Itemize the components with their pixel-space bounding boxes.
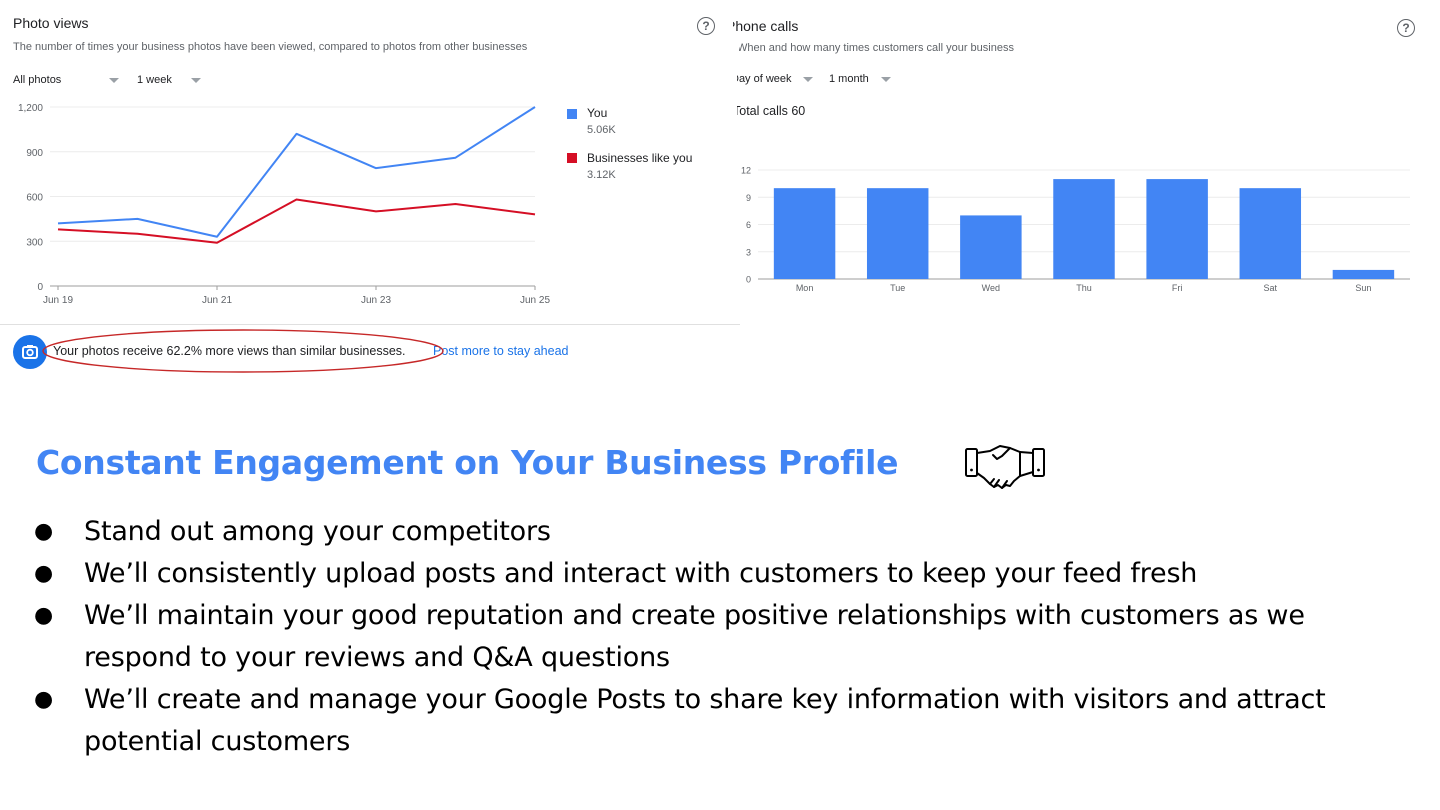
bullet-dot: ● — [34, 687, 53, 712]
x-tick-label: Mon — [796, 283, 814, 293]
y-tick-label: 300 — [26, 237, 43, 248]
legend-label-businesses: Businesses like you — [587, 151, 693, 165]
photo-period-dropdown-label: 1 week — [137, 74, 172, 86]
series-line-you — [57, 106, 536, 238]
y-tick-label: 600 — [26, 193, 43, 204]
photo-views-title: Photo views — [13, 15, 89, 31]
bullet-item: ● Stand out among your competitors — [34, 511, 1394, 553]
y-tick-label: 0 — [37, 282, 43, 293]
phone-calls-bar-chart: 0 3 6 9 12 Mon Tue Wed Thu Fri Sat Sun — [741, 166, 1410, 293]
series-line-businesses — [57, 198, 536, 244]
bullet-text: Stand out among your competitors — [84, 516, 551, 547]
grouping-dropdown[interactable]: Day of week — [737, 73, 817, 85]
bar-sun — [1332, 269, 1395, 279]
total-calls: Total calls 60 — [737, 104, 857, 118]
calls-period-dropdown[interactable]: 1 month — [829, 73, 899, 85]
legend-swatch-businesses — [567, 153, 577, 163]
grouping-dropdown-label: Day of week — [737, 73, 792, 85]
engagement-bullet-list: ● Stand out among your competitors ● We’ll… — [34, 511, 1394, 763]
y-tick-label: 6 — [746, 220, 751, 230]
x-tick-label: Sat — [1264, 283, 1278, 293]
x-tick-label: Thu — [1076, 283, 1092, 293]
x-tick-label: Wed — [982, 283, 1000, 293]
legend-value-businesses: 3.12K — [587, 169, 616, 181]
bullet-item: ● We’ll maintain your good reputation and… — [34, 595, 1394, 679]
bullet-text: We’ll maintain your good reputation and … — [84, 600, 1305, 673]
handshake-icon — [965, 445, 1045, 489]
all-photos-dropdown[interactable]: All photos — [13, 74, 123, 86]
chevron-down-icon — [109, 78, 119, 83]
x-tick-label: Jun 25 — [520, 295, 550, 306]
phone-calls-title-text: Phone calls — [733, 18, 799, 34]
bar-sat — [1239, 188, 1302, 279]
x-tick-label: Jun 23 — [361, 295, 391, 306]
bullet-item: ● We’ll consistently upload posts and int… — [34, 553, 1394, 595]
legend-swatch-you — [567, 109, 577, 119]
bullet-text: We’ll create and manage your Google Post… — [84, 684, 1326, 757]
x-tick-label: Sun — [1355, 283, 1371, 293]
calls-period-dropdown-label: 1 month — [829, 73, 869, 85]
bar-wed — [960, 215, 1022, 279]
all-photos-dropdown-label: All photos — [13, 74, 62, 86]
panel-divider — [0, 324, 740, 325]
y-tick-label: 900 — [26, 148, 43, 159]
question-circle-icon[interactable]: ? — [697, 17, 715, 35]
bullet-dot: ● — [34, 519, 53, 544]
bar-tue — [866, 188, 929, 279]
photo-views-subtitle: The number of times your business photos… — [13, 41, 528, 53]
phone-calls-subtitle-text: When and how many times customers call y… — [739, 42, 1014, 54]
total-calls-text: Total calls 60 — [737, 104, 806, 118]
photo-period-dropdown[interactable]: 1 week — [137, 74, 207, 86]
chevron-down-icon — [191, 78, 201, 83]
bullet-text: We’ll consistently upload posts and inte… — [84, 558, 1198, 589]
bullet-dot: ● — [34, 561, 53, 586]
x-tick-label: Jun 19 — [43, 295, 73, 306]
bar-fri — [1146, 179, 1208, 279]
bullet-dot: ● — [34, 603, 53, 628]
engagement-headline: Constant Engagement on Your Business Pro… — [36, 443, 899, 482]
bar-thu — [1053, 179, 1115, 279]
x-tick-label: Fri — [1172, 283, 1183, 293]
y-tick-label: 0 — [746, 275, 751, 285]
x-tick-label: Tue — [890, 283, 905, 293]
legend-label-you: You — [587, 106, 608, 120]
bullet-item: ● We’ll create and manage your Google Pos… — [34, 679, 1394, 763]
phone-calls-subtitle: When and how many times customers call y… — [739, 42, 1079, 54]
bar-mon — [773, 188, 836, 279]
x-tick-label: Jun 21 — [202, 295, 232, 306]
legend-value-you: 5.06K — [587, 124, 616, 136]
question-circle-icon[interactable]: ? — [1397, 19, 1415, 37]
photo-views-line-chart: 0 300 600 900 1,200 Jun 19 Jun 21 Jun 23 Jun 25 — [18, 103, 550, 306]
y-tick-label: 12 — [741, 166, 751, 176]
y-tick-label: 1,200 — [18, 103, 43, 114]
chevron-down-icon — [803, 77, 813, 82]
phone-calls-title: Phone calls — [733, 18, 933, 34]
chevron-down-icon — [881, 77, 891, 82]
y-tick-label: 9 — [746, 193, 751, 203]
highlight-ellipse — [42, 329, 444, 373]
y-tick-label: 3 — [746, 247, 751, 257]
